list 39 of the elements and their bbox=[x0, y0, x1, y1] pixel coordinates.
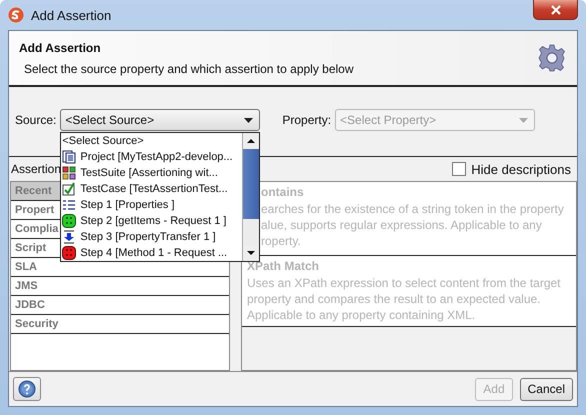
source-label: Source: bbox=[15, 112, 56, 129]
assertions-label: Assertion bbox=[11, 162, 62, 176]
cancel-button[interactable]: Cancel bbox=[520, 378, 573, 400]
category-item[interactable]: Complia bbox=[15, 223, 58, 235]
category-item[interactable]: Recent bbox=[15, 185, 52, 197]
dropdown-option[interactable]: Step 2 [getItems - Request 1 ] bbox=[61, 213, 242, 229]
help-button[interactable] bbox=[13, 377, 41, 401]
help-icon bbox=[18, 380, 36, 398]
category-item[interactable]: Propert bbox=[15, 204, 54, 216]
close-icon bbox=[550, 4, 562, 14]
app-logo-icon bbox=[8, 7, 24, 23]
dialog-heading: Add Assertion bbox=[19, 40, 102, 54]
property-label: Property: bbox=[282, 112, 332, 129]
category-item[interactable]: SLA bbox=[15, 261, 37, 273]
scroll-up-icon[interactable] bbox=[247, 139, 256, 143]
dropdown-option[interactable]: Project [MyTestApp2-develop... bbox=[61, 149, 242, 165]
caret-icon bbox=[244, 118, 254, 122]
gear-icon bbox=[537, 43, 567, 73]
dropdown-option[interactable]: Step 3 [PropertyTransfer 1 ] bbox=[61, 229, 242, 245]
category-item[interactable]: Security bbox=[15, 318, 58, 330]
down-arrow-icon bbox=[62, 230, 76, 244]
close-button[interactable] bbox=[533, 0, 578, 20]
dropdown-option[interactable]: TestCase [TestAssertionTest... bbox=[61, 181, 242, 197]
dropdown-option[interactable]: Step 4 [Method 1 - Request ... bbox=[61, 245, 242, 261]
category-item[interactable]: Script bbox=[15, 242, 46, 254]
dropdown-option[interactable]: <Select Source> bbox=[61, 133, 242, 149]
caret-icon bbox=[519, 118, 528, 122]
category-item[interactable]: JMS bbox=[15, 280, 38, 292]
dropdown-option[interactable]: Step 1 [Properties ] bbox=[61, 197, 242, 213]
list-icon bbox=[62, 198, 76, 212]
category-item[interactable]: JDBC bbox=[15, 299, 45, 311]
scrollbar-thumb[interactable] bbox=[243, 149, 260, 219]
hide-descriptions-checkbox[interactable]: Hide descriptions bbox=[452, 162, 571, 176]
dropdown-option[interactable]: TestSuite [Assertioning wit... bbox=[61, 165, 242, 181]
source-dropdown[interactable]: <Select Source> bbox=[60, 109, 260, 131]
grid-icon bbox=[62, 166, 76, 180]
dialog-description: Select the source property and which assertion to apply below bbox=[23, 62, 355, 76]
scrollbar[interactable] bbox=[242, 133, 260, 261]
window-title: Add Assertion bbox=[31, 8, 112, 22]
